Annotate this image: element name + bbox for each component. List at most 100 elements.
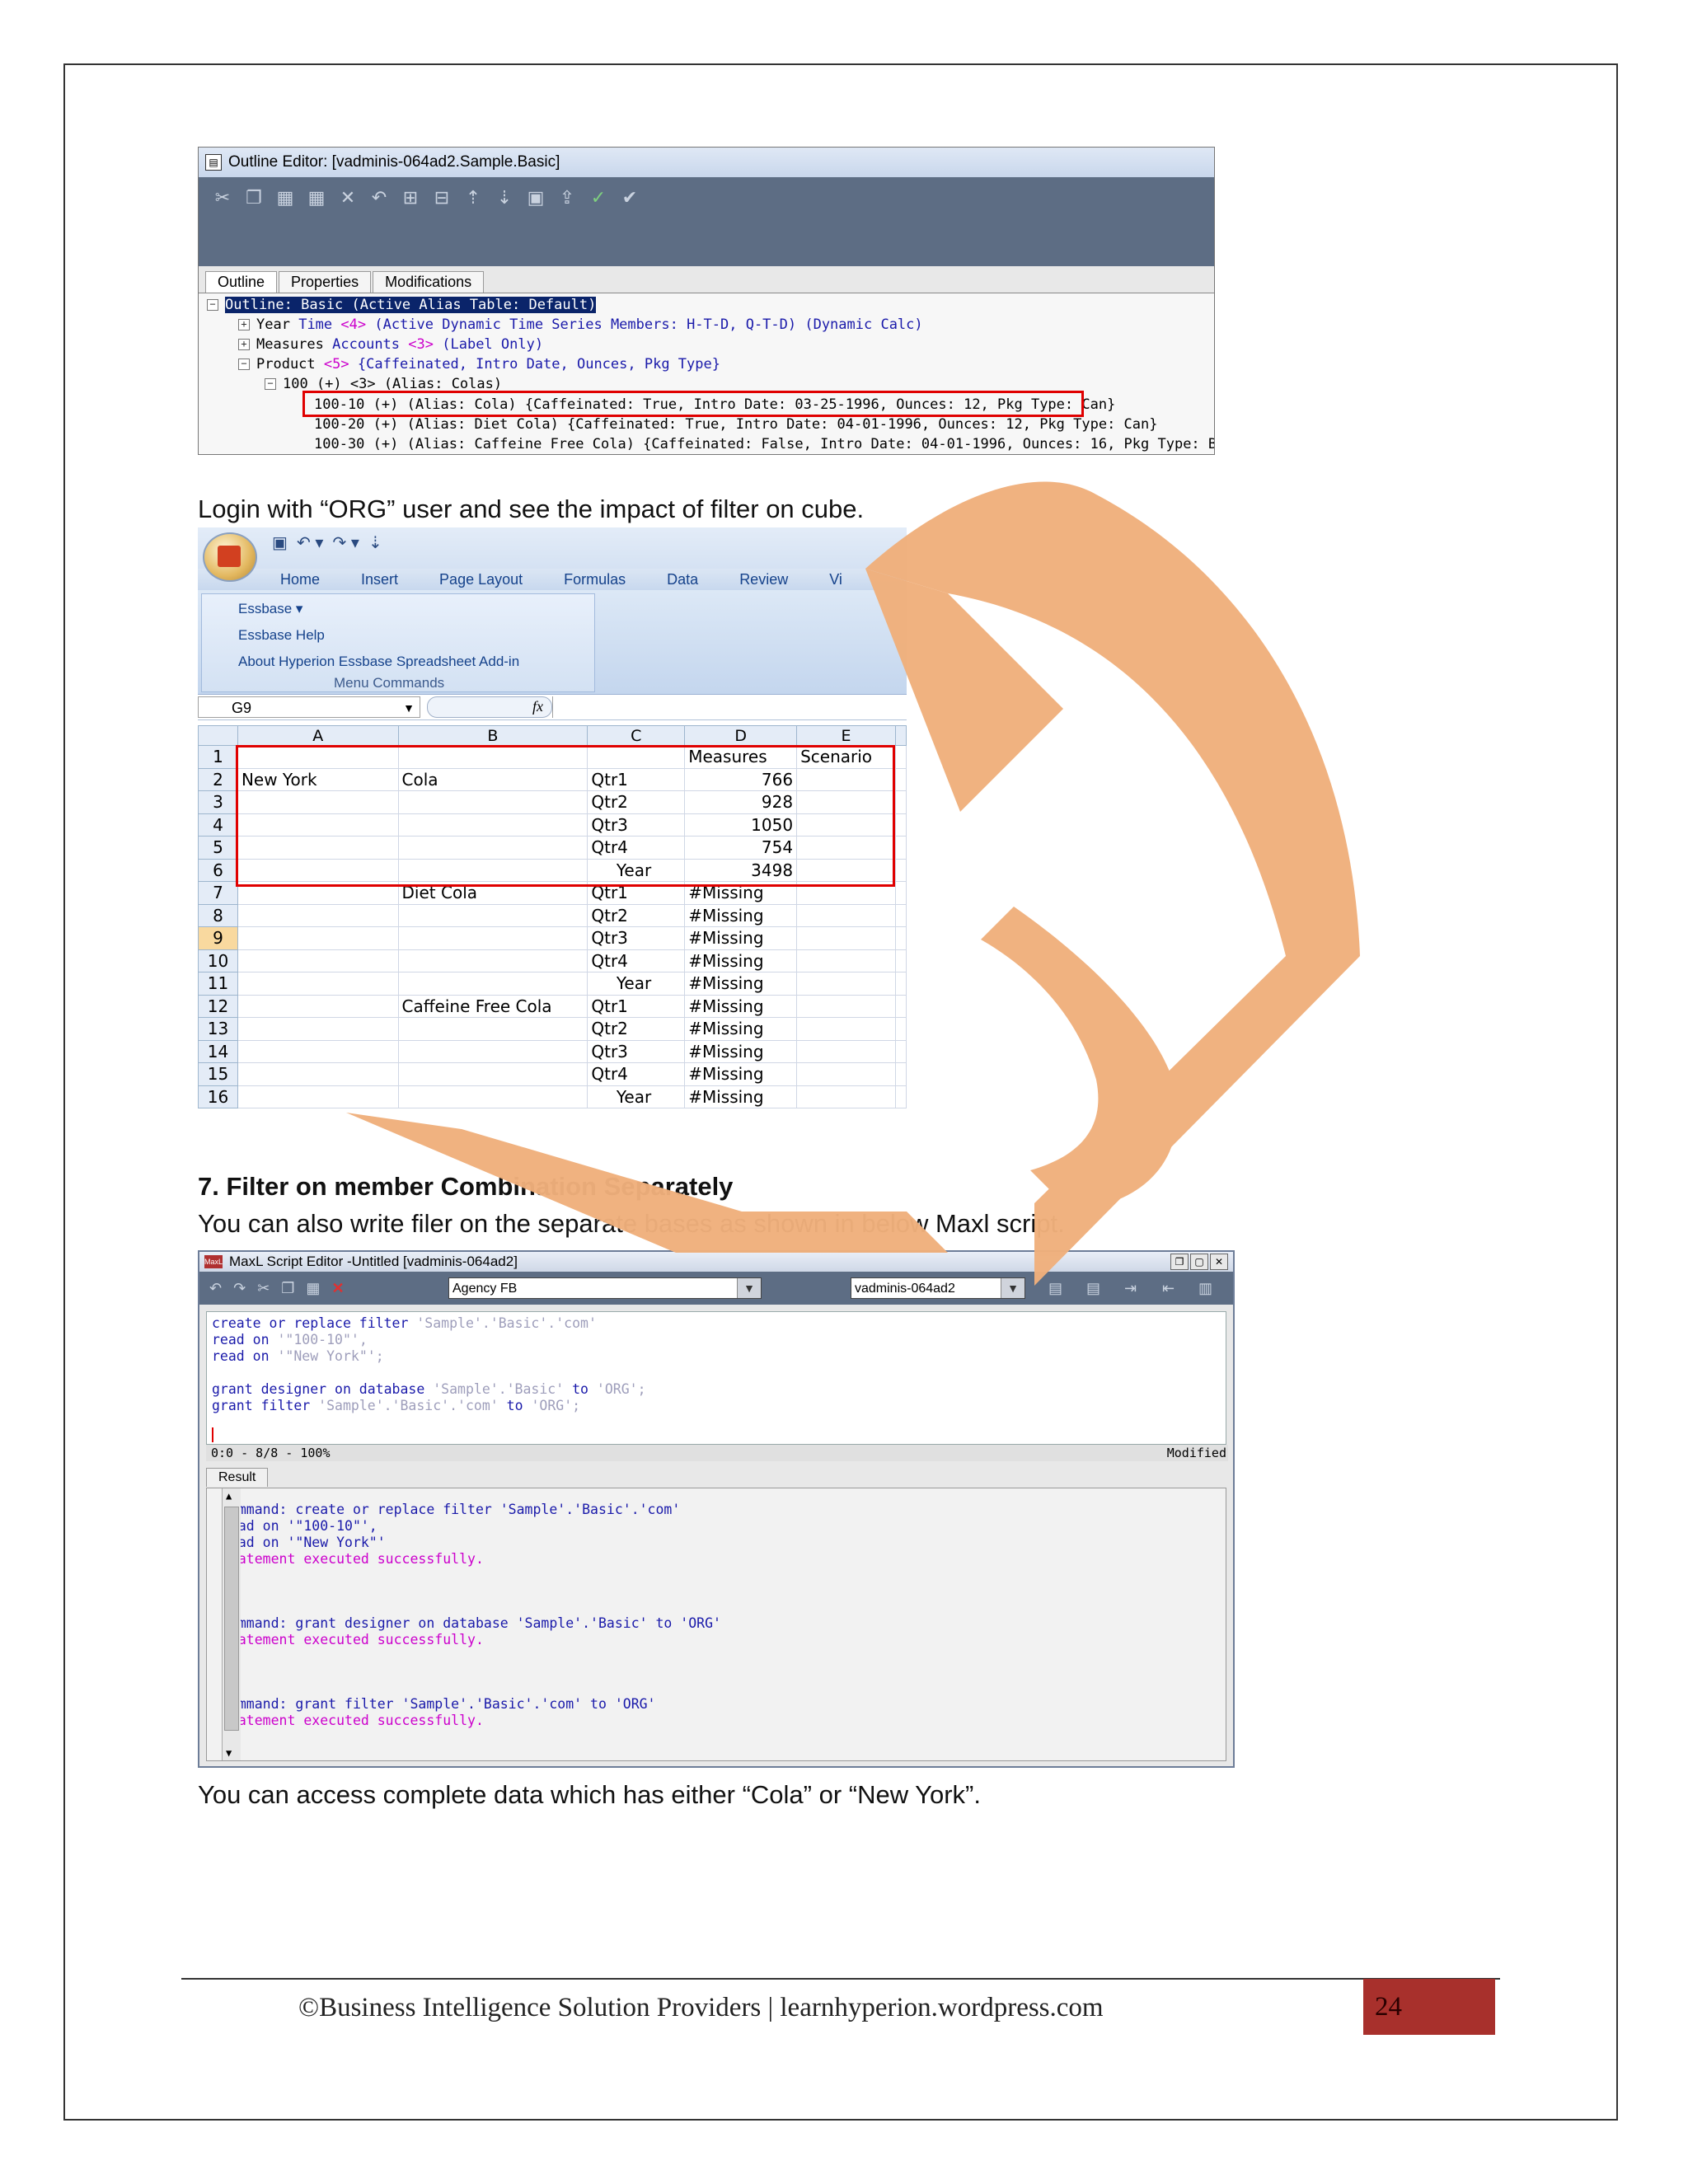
col-header-c[interactable]: C: [587, 725, 686, 746]
cell[interactable]: #Missing: [684, 1085, 798, 1108]
row-header[interactable]: 11: [198, 972, 238, 996]
customize-icon[interactable]: ⇣: [368, 534, 382, 552]
row-header[interactable]: 14: [198, 1039, 238, 1063]
cell[interactable]: [237, 949, 399, 972]
cell[interactable]: [796, 972, 896, 996]
scroll-thumb[interactable]: [224, 1507, 239, 1731]
cell[interactable]: [397, 1017, 588, 1041]
sort-descending-icon[interactable]: ⇣: [494, 187, 515, 209]
essbase-help[interactable]: Essbase Help: [238, 627, 325, 644]
server-combo[interactable]: vadminis-064ad2 ▼: [851, 1277, 1025, 1299]
cell[interactable]: Qtr2: [587, 903, 686, 927]
cell[interactable]: [796, 1017, 896, 1041]
collapse-icon[interactable]: −: [265, 378, 276, 390]
cell[interactable]: [397, 949, 588, 972]
cell[interactable]: [796, 1062, 896, 1086]
undo-icon[interactable]: ↶ ▾: [297, 534, 323, 552]
cell[interactable]: [796, 949, 896, 972]
cell[interactable]: #Missing: [684, 972, 798, 996]
cell[interactable]: #Missing: [684, 1039, 798, 1063]
tab-formulas[interactable]: Formulas: [564, 569, 626, 590]
tab-home[interactable]: Home: [280, 569, 320, 590]
row-header[interactable]: 9: [198, 926, 238, 950]
copy-icon[interactable]: ❐: [281, 1280, 294, 1297]
cell[interactable]: [237, 1085, 399, 1108]
formula-input[interactable]: [552, 696, 907, 718]
tab-outline[interactable]: Outline: [205, 271, 278, 293]
row-header[interactable]: 10: [198, 949, 238, 972]
delete-icon[interactable]: ✕: [337, 187, 359, 209]
tab-review[interactable]: Review: [739, 569, 788, 590]
select-all-corner[interactable]: [198, 725, 238, 746]
sort-ascending-icon[interactable]: ⇡: [462, 187, 484, 209]
expand-icon[interactable]: +: [238, 339, 250, 350]
execute-selection-icon[interactable]: ▤: [1086, 1280, 1100, 1297]
redo-icon[interactable]: ↷: [233, 1280, 246, 1297]
verify-icon[interactable]: ✓: [588, 187, 609, 209]
name-box[interactable]: G9 ▼: [198, 696, 420, 718]
expand-icon[interactable]: +: [238, 319, 250, 330]
cell[interactable]: [796, 1039, 896, 1063]
col-header-b[interactable]: B: [397, 725, 588, 746]
col-header-a[interactable]: A: [237, 725, 399, 746]
scroll-up-icon[interactable]: ▲: [226, 1490, 232, 1502]
delete-icon[interactable]: ✕: [331, 1280, 344, 1297]
cell[interactable]: [237, 903, 399, 927]
close-icon[interactable]: ✕: [1210, 1254, 1228, 1270]
cell[interactable]: Year: [587, 1085, 686, 1108]
row-header[interactable]: 13: [198, 1017, 238, 1041]
tree-item-100-20[interactable]: 100-20 (+) (Alias: Diet Cola) {Caffeinat…: [314, 415, 1158, 434]
cell[interactable]: Qtr4: [587, 1062, 686, 1086]
cell[interactable]: Qtr3: [587, 926, 686, 950]
add-sibling-icon[interactable]: ⊞: [400, 187, 421, 209]
cell[interactable]: #Missing: [684, 926, 798, 950]
tab-properties[interactable]: Properties: [279, 271, 372, 293]
row-header[interactable]: 12: [198, 994, 238, 1018]
row-header[interactable]: 5: [198, 836, 238, 860]
cell[interactable]: [796, 926, 896, 950]
cell[interactable]: Qtr4: [587, 949, 686, 972]
cell[interactable]: Qtr3: [587, 1039, 686, 1063]
cell[interactable]: [237, 1039, 399, 1063]
row-header[interactable]: 1: [198, 745, 238, 769]
dropdown-icon[interactable]: ▼: [403, 697, 415, 719]
cell[interactable]: Qtr2: [587, 1017, 686, 1041]
cell[interactable]: [796, 1085, 896, 1108]
font-combo[interactable]: Agency FB ▼: [448, 1277, 762, 1299]
undo-icon[interactable]: ↶: [368, 187, 390, 209]
restore-icon[interactable]: ❐: [1170, 1254, 1189, 1270]
indent-icon[interactable]: ⇥: [1124, 1280, 1137, 1297]
tree-root[interactable]: − Outline: Basic (Active Alias Table: Def…: [207, 295, 597, 315]
paste-icon[interactable]: ▦: [306, 1280, 320, 1297]
row-header[interactable]: 15: [198, 1062, 238, 1086]
collapse-icon[interactable]: −: [207, 299, 218, 311]
cell[interactable]: #Missing: [684, 1017, 798, 1041]
tab-data[interactable]: Data: [667, 569, 698, 590]
cell[interactable]: [397, 1062, 588, 1086]
formula-button[interactable]: fx: [427, 696, 552, 718]
cell[interactable]: [397, 926, 588, 950]
outdent-icon[interactable]: ⇤: [1162, 1280, 1175, 1297]
row-header[interactable]: 7: [198, 881, 238, 905]
paste-icon[interactable]: ▦: [274, 187, 296, 209]
redo-icon[interactable]: ↷ ▾: [333, 534, 359, 552]
cell[interactable]: [796, 994, 896, 1018]
tab-page-layout[interactable]: Page Layout: [439, 569, 523, 590]
cut-icon[interactable]: ✂: [212, 187, 233, 209]
script-editor[interactable]: create or replace filter 'Sample'.'Basic…: [206, 1311, 1226, 1445]
save-icon[interactable]: ▣: [272, 534, 288, 552]
cell[interactable]: [237, 972, 399, 996]
cell[interactable]: Year: [587, 972, 686, 996]
result-scrollbar[interactable]: ▲ ▼: [222, 1488, 241, 1760]
cell[interactable]: [237, 926, 399, 950]
cell[interactable]: [397, 972, 588, 996]
maximize-icon[interactable]: ▢: [1190, 1254, 1208, 1270]
cell[interactable]: Caffeine Free Cola: [397, 994, 588, 1018]
tree-year[interactable]: + Year Time <4> (Active Dynamic Time Seri…: [238, 315, 923, 335]
tab-modifications[interactable]: Modifications: [373, 271, 485, 293]
comment-icon[interactable]: ▥: [1198, 1280, 1212, 1297]
col-header-d[interactable]: D: [684, 725, 798, 746]
cell[interactable]: [397, 1039, 588, 1063]
tab-view[interactable]: Vi: [829, 569, 842, 590]
tab-insert[interactable]: Insert: [361, 569, 398, 590]
